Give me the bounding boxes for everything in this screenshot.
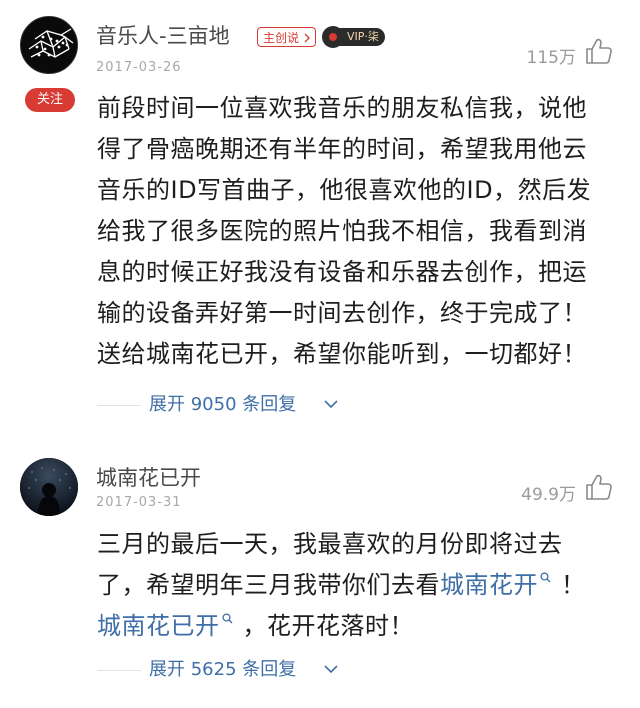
expand-replies-label: 展开 5625 条回复 bbox=[149, 659, 297, 680]
creator-badge[interactable]: 主创说 bbox=[257, 27, 316, 47]
like-count: 49.9万 bbox=[521, 485, 576, 505]
comment-line: 息的时候正好我没有设备和乐器去创作，把运 bbox=[97, 258, 587, 286]
comment-text: ！ bbox=[561, 571, 586, 599]
comment-text: ，花开花落时！ bbox=[242, 612, 414, 640]
comment-line: 城南花已开 ，花开花落时！ bbox=[97, 606, 617, 647]
comment-line: 给我了很多医院的照片怕我不相信，我看到消 bbox=[97, 217, 587, 245]
comment-line: 音乐的ID写首曲子，他很喜欢他的ID，然后发 bbox=[97, 176, 592, 204]
comment-line: 了，希望明年三月我带你们去看城南花开 ！ bbox=[97, 565, 617, 606]
thumbs-up-icon[interactable] bbox=[584, 472, 614, 502]
comment-line: 送给城南花已开，希望你能听到，一切都好！ bbox=[97, 340, 587, 368]
comment-date: 2017-03-31 bbox=[96, 495, 182, 510]
comment-text: 了，希望明年三月我带你们去看 bbox=[97, 571, 440, 599]
expand-replies-button[interactable]: 展开 5625 条回复 bbox=[97, 657, 357, 685]
vip-badge[interactable]: VIP·柒 bbox=[322, 26, 392, 48]
comment-body: 三月的最后一天，我最喜欢的月份即将过去 了，希望明年三月我带你们去看城南花开！ … bbox=[97, 524, 617, 647]
comment-date: 2017-03-26 bbox=[96, 60, 182, 75]
follow-button[interactable]: 关注 bbox=[25, 88, 75, 112]
chevron-right-icon bbox=[303, 29, 311, 43]
expand-replies-label: 展开 9050 条回复 bbox=[149, 394, 297, 415]
search-icon bbox=[540, 572, 551, 583]
thumbs-up-icon[interactable] bbox=[584, 36, 614, 66]
comment-username[interactable]: 音乐人-三亩地 bbox=[96, 20, 230, 50]
like-count: 115万 bbox=[526, 48, 576, 68]
expand-replies-button[interactable]: 展开 9050 条回复 bbox=[97, 392, 357, 420]
topic-link[interactable]: 城南花已开 bbox=[97, 612, 220, 640]
avatar[interactable] bbox=[20, 458, 78, 516]
vinyl-record-icon bbox=[322, 26, 344, 48]
topic-link[interactable]: 城南花开 bbox=[440, 571, 538, 599]
comment-line: 三月的最后一天，我最喜欢的月份即将过去 bbox=[97, 530, 563, 558]
comment-line: 前段时间一位喜欢我音乐的朋友私信我，说他 bbox=[97, 94, 587, 122]
vip-badge-label: VIP·柒 bbox=[338, 28, 385, 46]
comment-line: 输的设备弄好第一时间去创作，终于完成了！ bbox=[97, 299, 587, 327]
comment-item: 关注 音乐人-三亩地 主创说 VIP·柒 2017-03-26 115万 前段时… bbox=[0, 16, 640, 426]
comment-username[interactable]: 城南花已开 bbox=[96, 462, 201, 492]
avatar-art bbox=[20, 458, 78, 516]
divider bbox=[97, 670, 141, 671]
creator-badge-label: 主创说 bbox=[263, 31, 300, 45]
comment-line: 得了骨癌晚期还有半年的时间，希望我用他云 bbox=[97, 135, 587, 163]
divider bbox=[97, 405, 141, 406]
chevron-down-icon bbox=[323, 396, 339, 412]
search-icon bbox=[221, 613, 233, 624]
avatar[interactable] bbox=[20, 16, 78, 74]
comment-item: 城南花已开 2017-03-31 49.9万 三月的最后一天，我最喜欢的月份即将… bbox=[0, 458, 640, 698]
chevron-down-icon bbox=[323, 661, 339, 677]
avatar-art bbox=[28, 28, 74, 58]
comment-body: 前段时间一位喜欢我音乐的朋友私信我，说他 得了骨癌晚期还有半年的时间，希望我用他… bbox=[97, 88, 617, 375]
